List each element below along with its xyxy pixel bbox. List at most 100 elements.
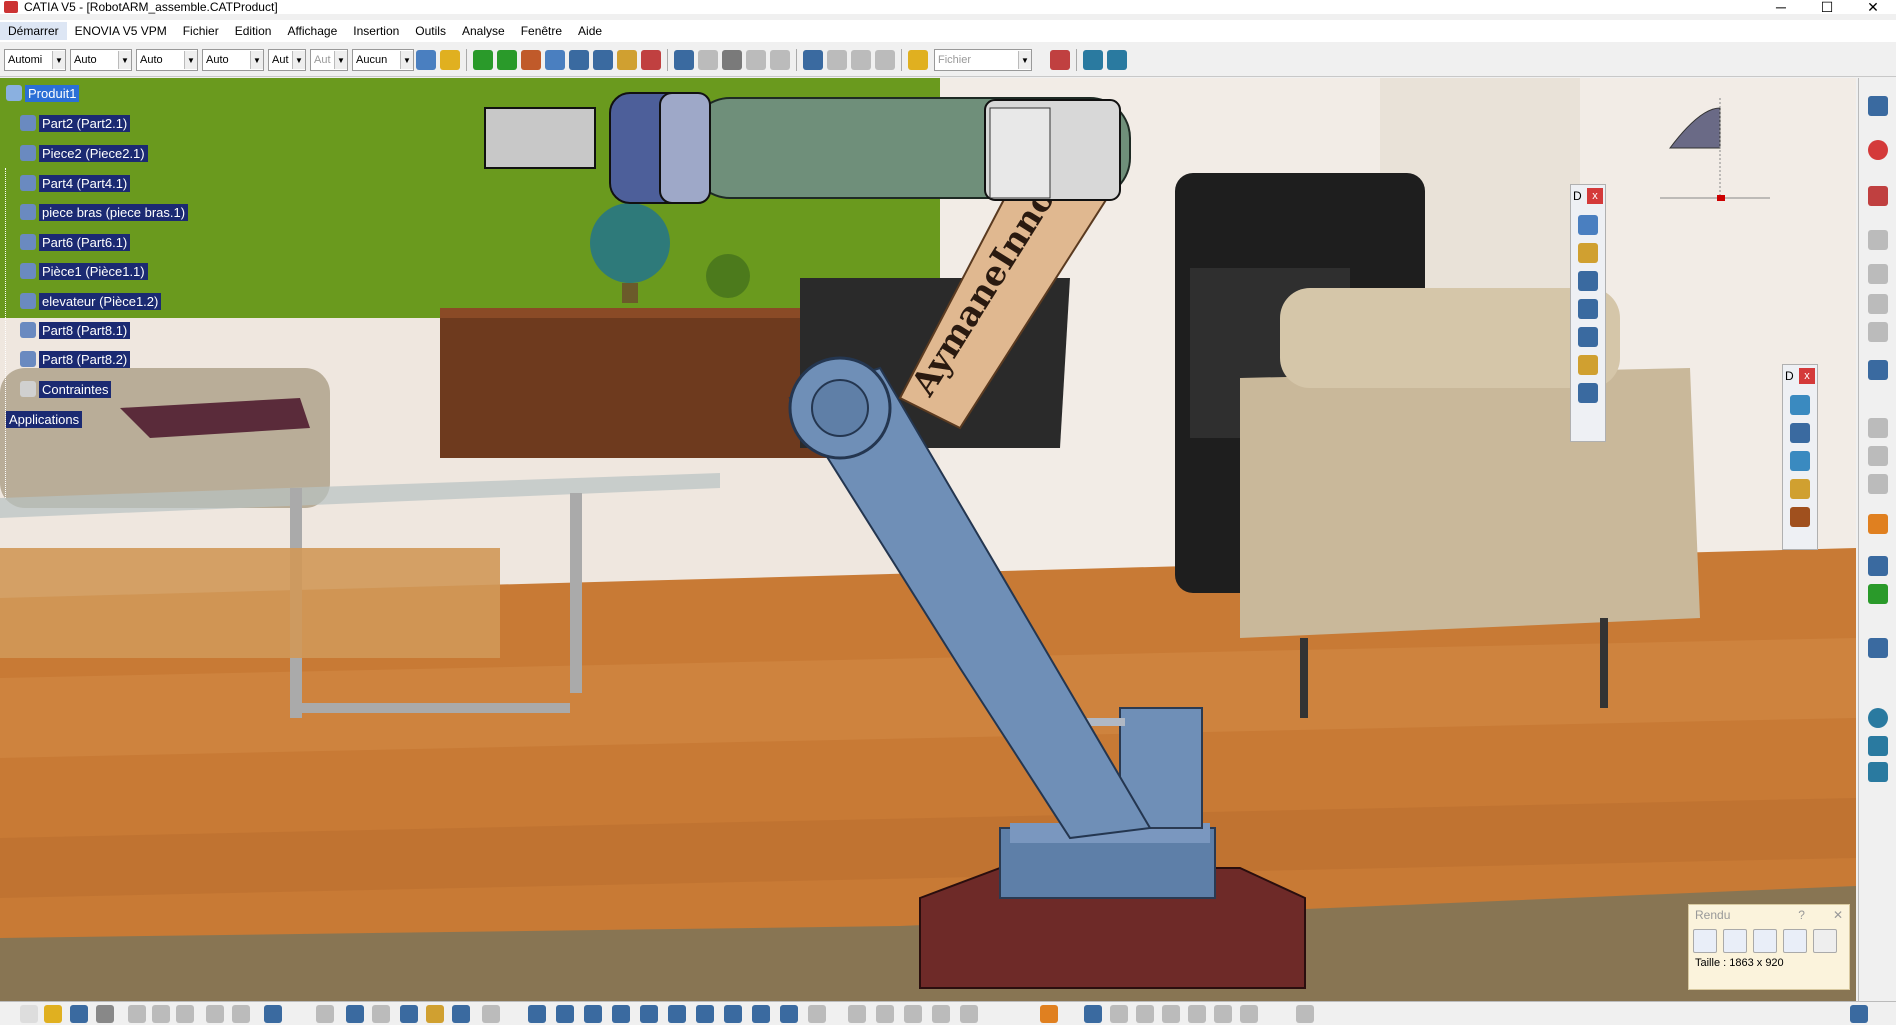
cube-icon[interactable] [1790,451,1810,471]
ground-icon[interactable] [848,1005,866,1023]
tree-item-part6[interactable]: Part6 (Part6.1) [20,231,131,253]
fly-mode-icon[interactable] [528,1005,546,1023]
constraint-properties-icon[interactable] [1868,638,1888,658]
clash-analysis-icon[interactable] [1578,271,1598,291]
tree-item-contraintes[interactable]: Contraintes [20,378,112,400]
render-sequence-icon[interactable] [1723,929,1747,953]
menu-analyse[interactable]: Analyse [454,22,513,40]
render-icon[interactable] [1040,1005,1058,1023]
tree-item-part8-2[interactable]: Part8 (Part8.2) [20,348,131,370]
camera-icon[interactable] [904,1005,922,1023]
tree-item-piece2[interactable]: Piece2 (Piece2.1) [20,142,148,164]
move-part-icon[interactable] [1578,243,1598,263]
catalog-icon[interactable] [674,50,694,70]
grid-icon[interactable] [1790,423,1810,443]
reorder-icon[interactable] [1868,322,1888,342]
knowledge-icon[interactable] [346,1005,364,1023]
sim-end-icon[interactable] [1107,50,1127,70]
menu-outils[interactable]: Outils [407,22,454,40]
file-combo[interactable]: Fichier ▼ [934,49,1032,71]
manipulate-icon[interactable] [497,50,517,70]
environment-icon[interactable] [960,1005,978,1023]
render-shot-icon[interactable] [1693,929,1717,953]
menu-fichier[interactable]: Fichier [175,22,227,40]
transparency-combo[interactable]: Auto ▼ [70,49,132,71]
close-icon[interactable]: ✕ [1833,908,1843,922]
kinematics-icon[interactable] [1868,762,1888,782]
graph-icon[interactable] [482,1005,500,1023]
gear-icon[interactable] [1790,395,1810,415]
fit-all-icon[interactable] [556,1005,574,1023]
stop-manipulate-icon[interactable] [569,50,589,70]
menu-demarrer[interactable]: Démarrer [0,22,67,40]
insert-component-icon[interactable] [851,50,871,70]
compass-widget[interactable] [1660,88,1780,208]
tree-item-piece-bras[interactable]: piece bras (piece bras.1) [20,201,189,223]
select-icon[interactable] [1578,383,1598,403]
snap-icon[interactable] [1578,299,1598,319]
menu-insertion[interactable]: Insertion [345,22,407,40]
tree-item-part8-1[interactable]: Part8 (Part8.1) [20,319,131,341]
normal-view-icon[interactable] [696,1005,714,1023]
tree-item-piece1[interactable]: Pièce1 (Pièce1.1) [20,260,148,282]
paste-icon[interactable] [176,1005,194,1023]
3d-viewport[interactable]: AymaneInnoV Produit1 Part2 (Part2.1) Pie… [0,78,1856,1001]
law-icon[interactable] [372,1005,390,1023]
open-folder-icon[interactable] [908,50,928,70]
tree-item-part2[interactable]: Part2 (Part2.1) [20,112,131,134]
light-icon[interactable] [932,1005,950,1023]
measure-icon[interactable] [617,50,637,70]
pdf-icon[interactable] [1868,186,1888,206]
line-weight-combo[interactable]: Auto ▼ [136,49,198,71]
cut-icon[interactable] [128,1005,146,1023]
analysis-icon[interactable] [1868,736,1888,756]
turntable-icon[interactable] [876,1005,894,1023]
save-icon[interactable] [1813,929,1837,953]
hide-show-icon[interactable] [780,1005,798,1023]
compass-reset-icon[interactable] [1084,1005,1102,1023]
menu-enovia[interactable]: ENOVIA V5 VPM [67,22,175,40]
rotate-icon[interactable] [1578,215,1598,235]
render-style-combo[interactable]: Aucun ▼ [352,49,414,71]
undo-icon[interactable] [206,1005,224,1023]
help-icon[interactable]: ? [1798,908,1805,922]
tree-item-part4[interactable]: Part4 (Part4.1) [20,172,131,194]
point-symbol-combo[interactable]: Aut ▼ [268,49,306,71]
step-forward-icon[interactable] [1240,1005,1258,1023]
menu-edition[interactable]: Edition [227,22,280,40]
replace-icon[interactable] [1868,294,1888,314]
paint-brush-icon[interactable] [416,50,436,70]
move-icon[interactable] [473,50,493,70]
save-icon[interactable] [70,1005,88,1023]
spiral-icon[interactable] [1868,708,1888,728]
close-icon[interactable]: x [1799,368,1815,384]
explode-icon[interactable] [545,50,565,70]
offset-icon[interactable] [1868,446,1888,466]
close-button[interactable]: ✕ [1850,0,1896,14]
copy-icon[interactable] [152,1005,170,1023]
bill-of-material-icon[interactable] [722,50,742,70]
minimize-button[interactable]: ─ [1758,0,1804,14]
constraint-icon[interactable] [641,50,661,70]
swap-space-icon[interactable] [808,1005,826,1023]
rotate-view-icon[interactable] [612,1005,630,1023]
generate-numbering-icon[interactable] [1868,360,1888,380]
insert-product-icon[interactable] [803,50,823,70]
sensor-icon[interactable] [1868,584,1888,604]
step-back-icon[interactable] [1136,1005,1154,1023]
product-structure-icon[interactable] [1868,230,1888,250]
last-frame-icon[interactable] [1296,1005,1314,1023]
link-icon[interactable] [1578,327,1598,347]
render-image-icon[interactable] [1753,929,1777,953]
cursor-icon[interactable] [1868,514,1888,534]
open-icon[interactable] [44,1005,62,1023]
maximize-button[interactable]: ☐ [1804,0,1850,14]
sim-start-icon[interactable] [1083,50,1103,70]
whats-this-icon[interactable] [264,1005,282,1023]
tree-root[interactable]: Produit1 [6,82,80,104]
iso-view-icon[interactable] [724,1005,742,1023]
play-icon[interactable] [1214,1005,1232,1023]
existing-component-icon[interactable] [875,50,895,70]
tools-icon[interactable] [1790,507,1810,527]
formula-icon[interactable] [316,1005,334,1023]
